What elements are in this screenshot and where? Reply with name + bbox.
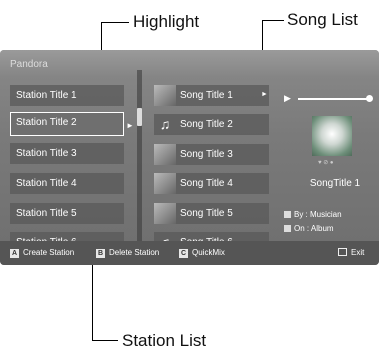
callout-line xyxy=(262,20,284,21)
station-item[interactable]: Station Title 4 xyxy=(10,173,124,194)
footer-bar: A Create Station B Delete Station C QuickMi… xyxy=(0,241,379,265)
scrollbar-thumb[interactable] xyxy=(137,108,142,126)
annotation-song-list: Song List xyxy=(287,10,358,29)
delete-station-button[interactable]: B Delete Station xyxy=(96,248,159,258)
station-item-selected[interactable]: Station Title 2 xyxy=(10,112,124,136)
key-a-icon: A xyxy=(10,249,19,258)
callout-line xyxy=(92,340,118,341)
progress-bar[interactable] xyxy=(298,98,368,100)
chevron-right-icon: ► xyxy=(261,91,268,98)
exit-icon xyxy=(338,248,347,256)
square-icon xyxy=(284,225,291,232)
annotation-highlight: Highlight xyxy=(133,12,200,31)
album-thumbnail xyxy=(154,144,176,165)
musician-info: By : Musician xyxy=(284,210,342,219)
exit-button[interactable]: Exit xyxy=(338,248,364,257)
progress-handle[interactable] xyxy=(366,95,373,102)
pandora-screen: Pandora Station Title 1 Station Title 2 … xyxy=(0,50,379,265)
rating-icons[interactable]: ♥ ⊘ ● xyxy=(318,159,334,166)
key-b-icon: B xyxy=(96,249,105,258)
create-station-label: Create Station xyxy=(23,248,75,257)
quickmix-label: QuickMix xyxy=(192,248,225,257)
delete-station-label: Delete Station xyxy=(109,248,160,257)
station-item[interactable]: Station Title 1 xyxy=(10,85,124,106)
callout-line xyxy=(101,22,129,23)
app-title: Pandora xyxy=(10,59,48,70)
key-c-icon: C xyxy=(179,249,188,258)
callout-line xyxy=(92,263,93,341)
exit-label: Exit xyxy=(351,248,365,257)
album-info: On : Album xyxy=(284,224,334,233)
scrollbar[interactable] xyxy=(137,70,142,255)
header-bar xyxy=(0,50,379,76)
album-art xyxy=(312,116,352,156)
station-item[interactable]: Station Title 5 xyxy=(10,203,124,224)
quickmix-button[interactable]: C QuickMix xyxy=(179,248,225,258)
annotation-station-list: Station List xyxy=(122,331,207,350)
station-item[interactable]: Station Title 3 xyxy=(10,143,124,164)
create-station-button[interactable]: A Create Station xyxy=(10,248,74,258)
now-playing-title: SongTitle 1 xyxy=(309,178,361,189)
play-icon[interactable]: ▶ xyxy=(284,93,291,104)
chevron-right-icon: ► xyxy=(126,121,134,130)
album-label: On : Album xyxy=(294,224,334,233)
album-thumbnail xyxy=(154,173,176,194)
album-thumbnail xyxy=(154,85,176,106)
square-icon xyxy=(284,211,291,218)
album-thumbnail xyxy=(154,203,176,224)
musician-label: By : Musician xyxy=(294,210,342,219)
music-note-icon: ♫ xyxy=(159,116,171,132)
